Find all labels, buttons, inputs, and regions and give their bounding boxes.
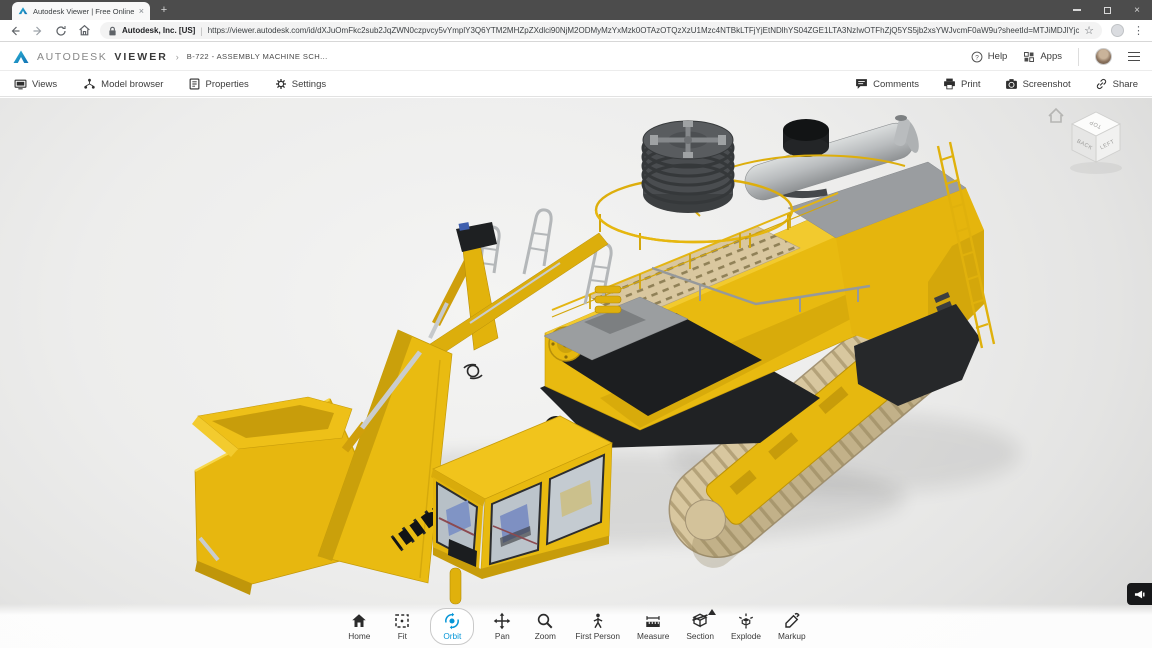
apps-grid-icon	[1023, 51, 1035, 63]
lock-icon	[108, 26, 117, 36]
tool-measure[interactable]: Measure	[635, 609, 671, 644]
maximize-button[interactable]	[1092, 0, 1122, 20]
model-browser-button[interactable]: Model browser	[83, 78, 163, 90]
screenshot-label: Screenshot	[1023, 79, 1071, 90]
orbit-cursor	[464, 365, 482, 379]
profile-icon[interactable]	[1111, 24, 1124, 37]
viewer-canvas[interactable]: TOP BACK LEFT Home Fit	[0, 98, 1152, 648]
back-icon[interactable]	[8, 24, 22, 38]
help-label: Help	[988, 51, 1008, 62]
tab-close-icon[interactable]: ×	[139, 7, 144, 16]
forward-icon[interactable]	[31, 24, 45, 38]
fit-tool-icon	[393, 612, 411, 630]
viewcube-home-icon[interactable]	[1049, 109, 1063, 122]
share-label: Share	[1113, 79, 1138, 90]
window-close-button[interactable]: ×	[1122, 0, 1152, 20]
viewer-bottom-toolbar: Home Fit Orbit	[0, 604, 1152, 648]
brand-viewer: VIEWER	[114, 51, 167, 63]
section-tool-icon	[691, 612, 709, 630]
tool-explode[interactable]: Explode	[729, 609, 763, 644]
apps-label: Apps	[1040, 51, 1062, 62]
minimize-button[interactable]	[1062, 0, 1092, 20]
markup-tool-icon	[783, 612, 801, 630]
browser-window: Autodesk Viewer | Free Online F... × + ×	[0, 0, 1152, 648]
browser-tab[interactable]: Autodesk Viewer | Free Online F... ×	[12, 2, 150, 20]
settings-button[interactable]: Settings	[275, 78, 326, 90]
explode-tool-icon	[737, 612, 755, 630]
refresh-icon[interactable]	[54, 24, 68, 38]
screenshot-button[interactable]: Screenshot	[1005, 78, 1071, 90]
tool-orbit[interactable]: Orbit	[430, 608, 474, 645]
autodesk-favicon-icon	[18, 6, 28, 16]
browser-titlebar: Autodesk Viewer | Free Online F... × + ×	[0, 0, 1152, 20]
home-tool-icon	[350, 612, 368, 630]
pan-tool-icon	[493, 612, 511, 630]
tool-first-person[interactable]: First Person	[573, 609, 622, 644]
tool-zoom[interactable]: Zoom	[530, 609, 560, 644]
breadcrumb-chevron-icon: ›	[176, 52, 179, 62]
user-avatar[interactable]	[1095, 48, 1112, 65]
print-button[interactable]: Print	[943, 78, 981, 90]
help-icon: ?	[971, 51, 983, 63]
new-tab-button[interactable]: +	[156, 4, 172, 18]
browser-menu-icon[interactable]: ⋮	[1133, 24, 1144, 37]
views-label: Views	[32, 79, 57, 90]
hamburger-menu-icon[interactable]	[1128, 52, 1140, 62]
settings-gear-icon	[275, 78, 287, 90]
views-button[interactable]: Views	[14, 79, 57, 90]
viewer-ribbon: Views Model browser Properties	[0, 72, 1152, 97]
tool-pan[interactable]: Pan	[487, 609, 517, 644]
model-3d-machine[interactable]	[0, 98, 1152, 648]
model-browser-label: Model browser	[101, 79, 163, 90]
properties-button[interactable]: Properties	[189, 78, 248, 90]
screenshot-camera-icon	[1005, 78, 1018, 90]
window-controls: ×	[1062, 0, 1152, 20]
omnibox-separator: |	[200, 26, 202, 36]
access-ladders	[477, 210, 611, 304]
svg-text:?: ?	[975, 54, 979, 61]
megaphone-icon	[1133, 589, 1146, 600]
viewer-header: AUTODESK VIEWER › B-722 - ASSEMBLY MACHI…	[0, 43, 1152, 71]
bookmark-star-icon[interactable]: ☆	[1084, 24, 1094, 37]
url-text[interactable]: https://viewer.autodesk.com/id/dXJuOmFkc…	[208, 26, 1079, 35]
share-link-icon	[1095, 78, 1108, 90]
tab-title: Autodesk Viewer | Free Online F...	[33, 7, 134, 16]
browser-navbar: Autodesk, Inc. [US] | https://viewer.aut…	[0, 20, 1152, 42]
operator-cab	[431, 416, 612, 604]
address-bar[interactable]: Autodesk, Inc. [US] | https://viewer.aut…	[100, 22, 1102, 39]
feedback-button[interactable]	[1127, 583, 1152, 605]
machine-cable-reel	[643, 121, 733, 213]
properties-label: Properties	[205, 79, 248, 90]
orbit-tool-icon	[443, 612, 461, 630]
comments-label: Comments	[873, 79, 919, 90]
share-button[interactable]: Share	[1095, 78, 1138, 90]
breadcrumb[interactable]: B-722 - ASSEMBLY MACHINE SCH...	[187, 52, 328, 61]
tool-home[interactable]: Home	[344, 609, 374, 644]
tool-markup[interactable]: Markup	[776, 609, 808, 644]
first-person-tool-icon	[589, 612, 607, 630]
security-badge[interactable]: Autodesk, Inc. [US]	[122, 26, 195, 35]
view-cube[interactable]: TOP BACK LEFT	[1034, 104, 1144, 184]
section-dropdown-arrow-icon[interactable]	[708, 609, 716, 615]
brand-autodesk: AUTODESK	[37, 51, 107, 63]
measure-tool-icon	[644, 612, 662, 630]
comments-icon	[855, 78, 868, 90]
header-divider	[1078, 48, 1079, 66]
tool-section[interactable]: Section	[684, 609, 716, 644]
home-icon[interactable]	[77, 24, 91, 38]
print-label: Print	[961, 79, 981, 90]
model-browser-icon	[83, 78, 96, 90]
views-icon	[14, 79, 27, 90]
properties-icon	[189, 78, 200, 90]
print-icon	[943, 78, 956, 90]
autodesk-logo-icon	[12, 49, 30, 65]
apps-button[interactable]: Apps	[1023, 51, 1062, 63]
settings-label: Settings	[292, 79, 326, 90]
tool-fit[interactable]: Fit	[387, 609, 417, 644]
zoom-tool-icon	[536, 612, 554, 630]
comments-button[interactable]: Comments	[855, 78, 919, 90]
autodesk-brand[interactable]: AUTODESK VIEWER	[12, 49, 168, 65]
help-button[interactable]: ? Help	[971, 51, 1008, 63]
